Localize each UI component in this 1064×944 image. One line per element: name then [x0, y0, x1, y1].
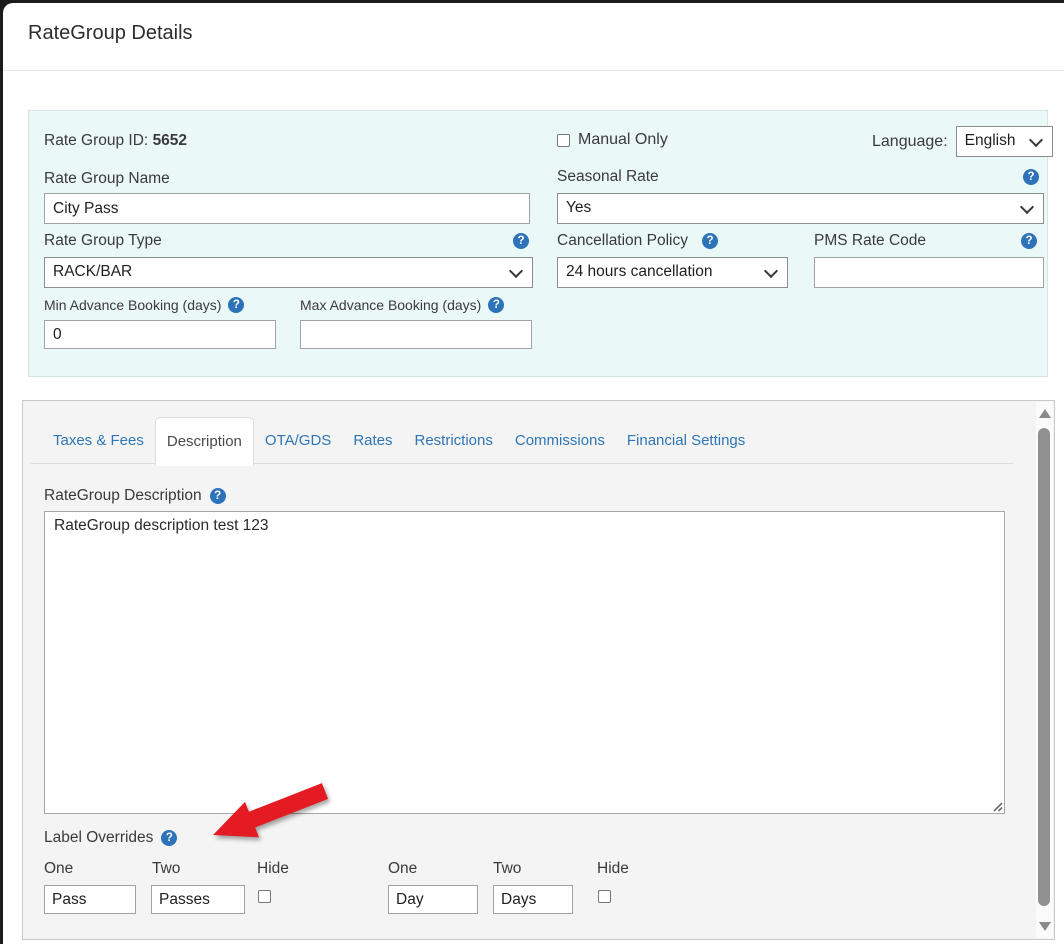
- rate-group-type-selected-value: RACK/BAR: [53, 263, 132, 280]
- rate-group-name-label: Rate Group Name: [44, 170, 170, 188]
- tab-commissions[interactable]: Commissions: [504, 417, 616, 463]
- seasonal-rate-select[interactable]: Yes: [557, 193, 1044, 224]
- override1-one-input[interactable]: [44, 885, 136, 914]
- rate-group-tabs-panel: Taxes & Fees Description OTA/GDS Rates R…: [22, 400, 1055, 940]
- label-overrides-label: Label Overrides: [44, 829, 153, 847]
- manual-only-label: Manual Only: [578, 131, 668, 149]
- override2-one-input[interactable]: [388, 885, 478, 914]
- help-icon[interactable]: ?: [1021, 233, 1037, 249]
- rategroup-description-label: RateGroup Description: [44, 487, 202, 505]
- override1-hide-label: Hide: [257, 860, 289, 878]
- language-select[interactable]: English: [956, 126, 1053, 157]
- language-selected-value: English: [965, 132, 1016, 149]
- rate-group-type-select[interactable]: RACK/BAR: [44, 257, 533, 288]
- override1-two-label: Two: [152, 860, 180, 878]
- manual-only-field: Manual Only: [557, 131, 668, 149]
- cancellation-policy-select[interactable]: 24 hours cancellation: [557, 257, 788, 288]
- override1-one-label: One: [44, 860, 73, 878]
- help-icon[interactable]: ?: [228, 297, 244, 313]
- tab-bar: Taxes & Fees Description OTA/GDS Rates R…: [42, 417, 756, 464]
- chevron-down-icon: [1020, 199, 1034, 213]
- tab-taxes-fees[interactable]: Taxes & Fees: [42, 417, 155, 463]
- tab-rates[interactable]: Rates: [342, 417, 403, 463]
- title-divider: [3, 70, 1064, 71]
- cancellation-policy-selected-value: 24 hours cancellation: [566, 263, 713, 280]
- rate-group-summary-panel: Rate Group ID: 5652 Manual Only Language…: [28, 110, 1048, 377]
- page-title: RateGroup Details: [28, 22, 193, 45]
- min-advance-label: Min Advance Booking (days): [44, 297, 221, 313]
- chevron-down-icon: [1029, 132, 1043, 146]
- rate-group-id: Rate Group ID: 5652: [44, 132, 187, 150]
- rate-group-id-value: 5652: [153, 132, 187, 149]
- scrollbar-thumb[interactable]: [1038, 428, 1050, 906]
- override2-two-label: Two: [493, 860, 521, 878]
- pms-rate-code-label-row: PMS Rate Code ?: [814, 232, 1044, 250]
- label-overrides-row: Label Overrides ?: [44, 829, 177, 847]
- rategroup-details-window: RateGroup Details Rate Group ID: 5652 Ma…: [0, 0, 1064, 944]
- max-advance-label: Max Advance Booking (days): [300, 297, 481, 313]
- seasonal-rate-selected-value: Yes: [566, 199, 591, 216]
- help-icon[interactable]: ?: [513, 233, 529, 249]
- description-textarea-wrap: RateGroup description test 123: [44, 511, 1005, 814]
- description-label-row: RateGroup Description ?: [44, 487, 226, 505]
- tab-ota-gds[interactable]: OTA/GDS: [254, 417, 342, 463]
- rate-group-type-label-row: Rate Group Type ?: [44, 232, 533, 250]
- scroll-up-arrow-icon[interactable]: [1039, 409, 1051, 418]
- override2-hide-label: Hide: [597, 860, 629, 878]
- help-icon[interactable]: ?: [161, 830, 177, 846]
- scroll-down-arrow-icon[interactable]: [1039, 922, 1051, 931]
- seasonal-rate-label: Seasonal Rate: [557, 168, 659, 186]
- max-advance-label-row: Max Advance Booking (days) ?: [300, 297, 504, 313]
- help-icon[interactable]: ?: [488, 297, 504, 313]
- tab-restrictions[interactable]: Restrictions: [404, 417, 504, 463]
- rate-group-name-input[interactable]: [44, 193, 530, 224]
- rategroup-description-textarea[interactable]: RateGroup description test 123: [44, 511, 1005, 814]
- max-advance-input[interactable]: [300, 320, 532, 349]
- language-label: Language:: [872, 133, 948, 151]
- min-advance-input[interactable]: [44, 320, 276, 349]
- override2-two-input[interactable]: [493, 885, 573, 914]
- override2-hide-checkbox[interactable]: [598, 890, 611, 903]
- help-icon[interactable]: ?: [210, 488, 226, 504]
- override2-one-label: One: [388, 860, 417, 878]
- rategroup-details-modal: RateGroup Details Rate Group ID: 5652 Ma…: [3, 3, 1064, 944]
- rate-group-type-label: Rate Group Type: [44, 232, 162, 250]
- help-icon[interactable]: ?: [702, 233, 718, 249]
- manual-only-checkbox[interactable]: [557, 134, 570, 147]
- chevron-down-icon: [764, 263, 778, 277]
- pms-rate-code-label: PMS Rate Code: [814, 232, 926, 250]
- help-icon[interactable]: ?: [1023, 169, 1039, 185]
- seasonal-rate-label-row: Seasonal Rate ?: [557, 168, 1044, 186]
- chevron-down-icon: [509, 263, 523, 277]
- min-advance-label-row: Min Advance Booking (days) ?: [44, 297, 244, 313]
- cancellation-policy-label: Cancellation Policy: [557, 232, 688, 250]
- cancellation-policy-label-row: Cancellation Policy ?: [557, 232, 718, 250]
- pms-rate-code-input[interactable]: [814, 257, 1044, 288]
- tab-description[interactable]: Description: [155, 417, 254, 466]
- override1-hide-checkbox[interactable]: [258, 890, 271, 903]
- tab-financial-settings[interactable]: Financial Settings: [616, 417, 756, 463]
- language-field: Language: English: [872, 126, 1053, 157]
- override1-two-input[interactable]: [151, 885, 245, 914]
- rate-group-id-label: Rate Group ID:: [44, 132, 148, 149]
- scrollbar[interactable]: [1036, 402, 1053, 938]
